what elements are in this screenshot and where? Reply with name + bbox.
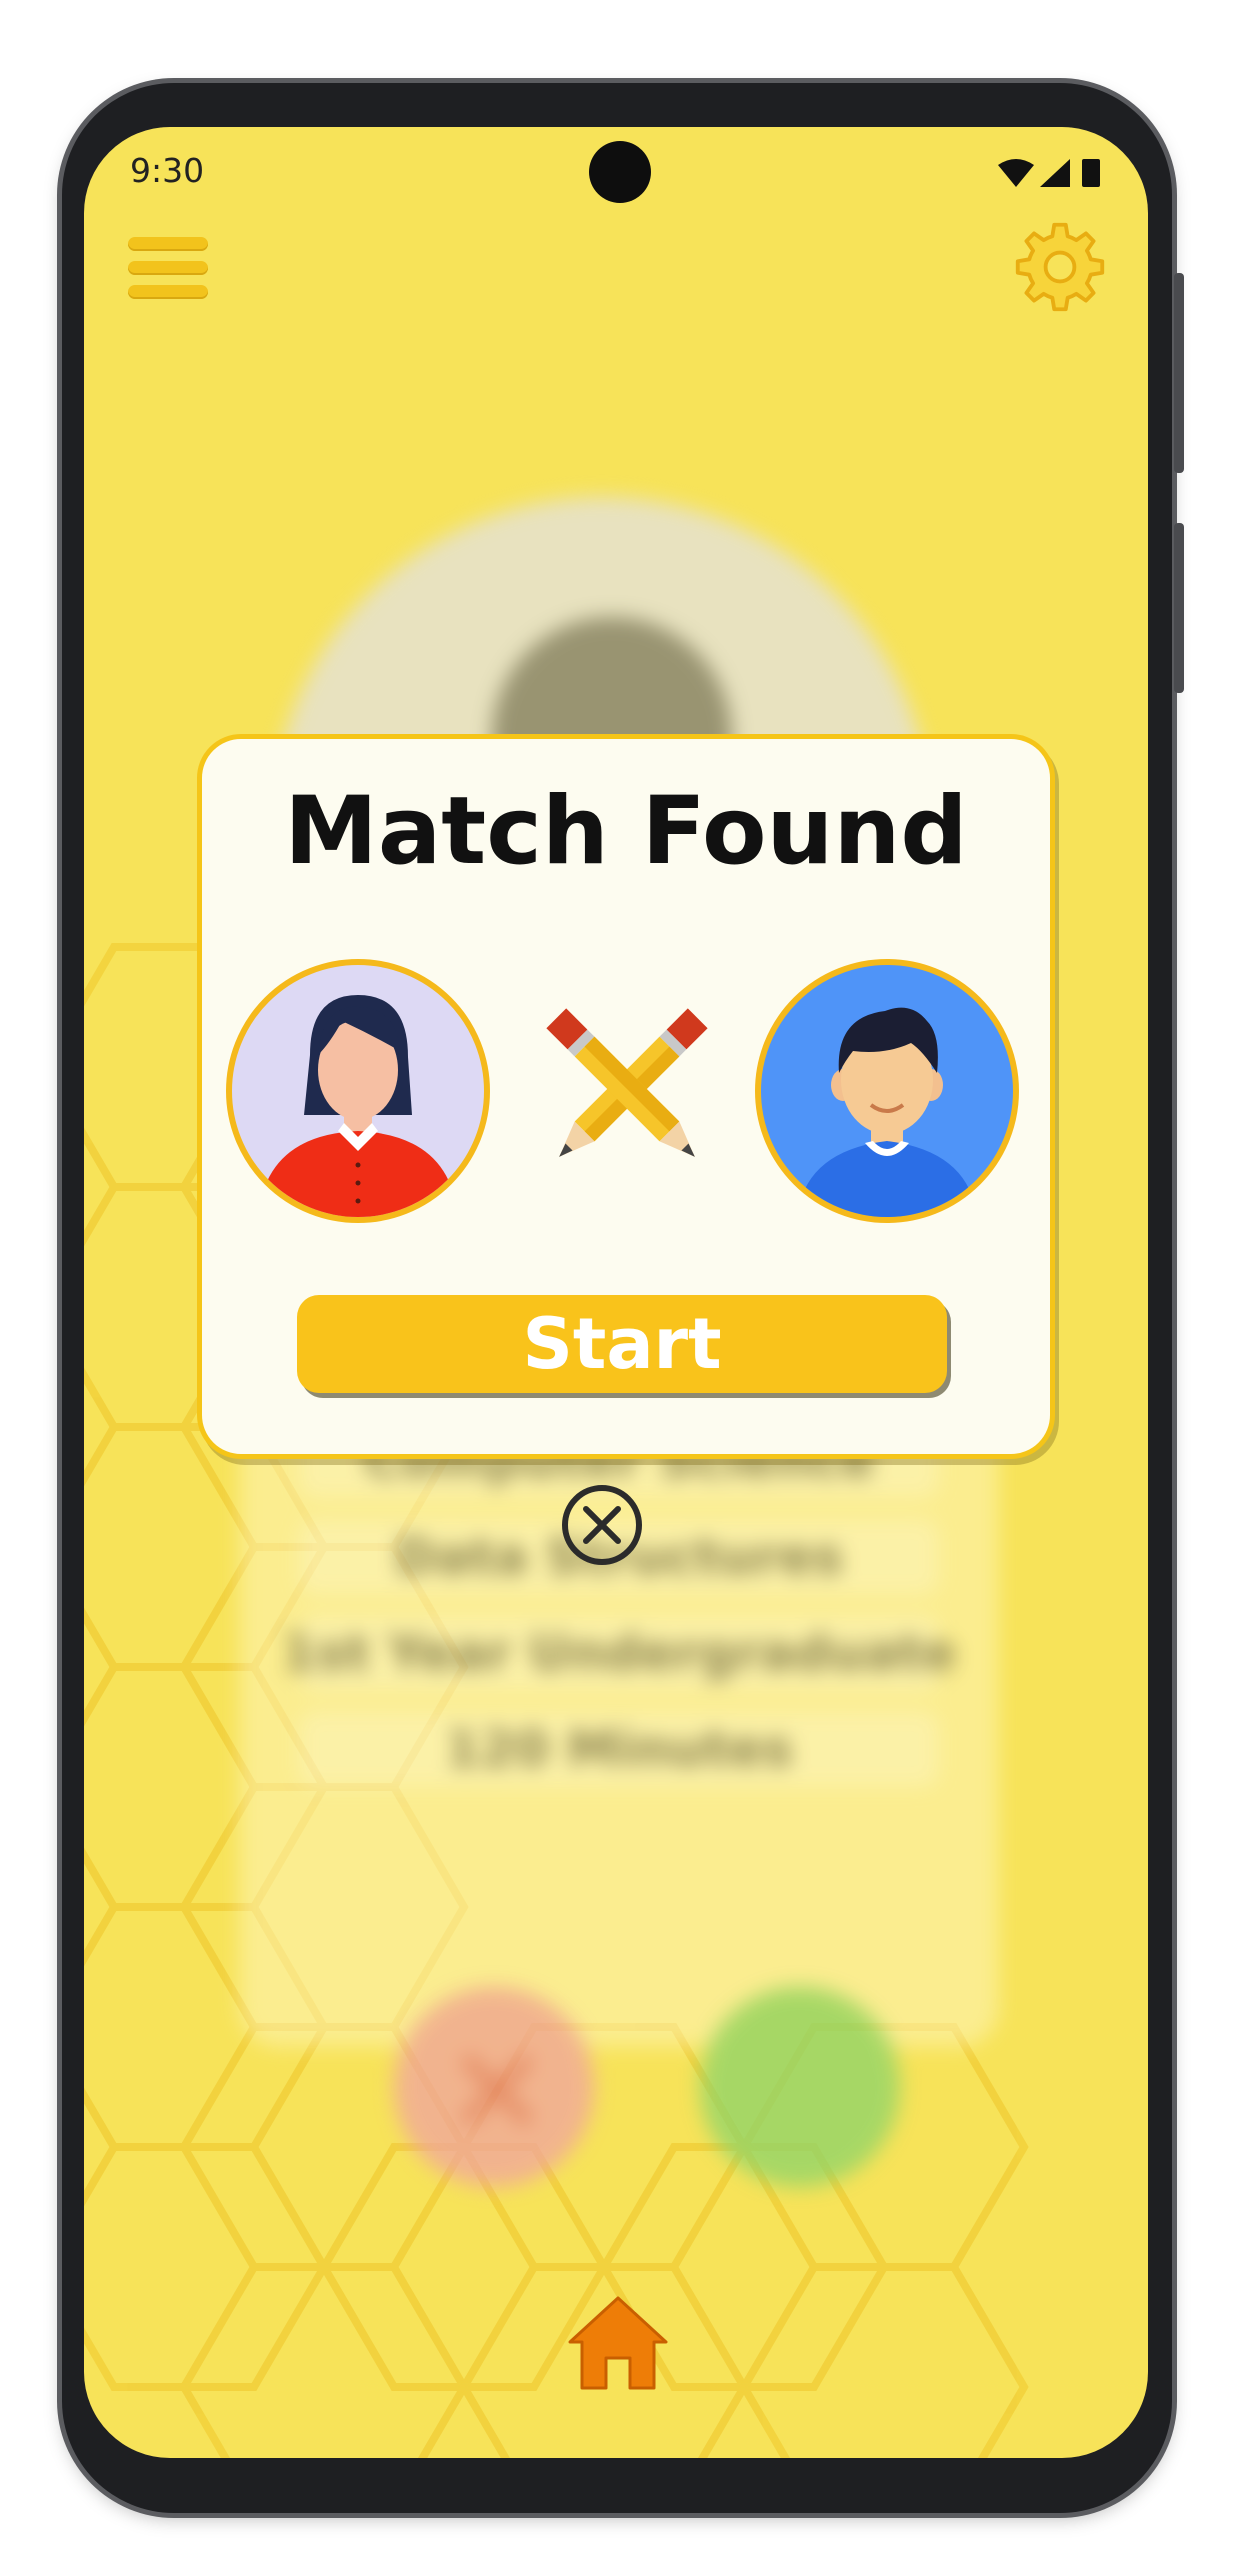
- blurred-detail-row: 120 Minutes: [299, 1711, 939, 1787]
- female-avatar: [226, 959, 490, 1223]
- start-button[interactable]: Start: [297, 1295, 947, 1393]
- blurred-detail-row: 1st Year Undergraduate: [282, 1615, 956, 1691]
- male-avatar: [755, 959, 1019, 1223]
- crossed-pencils-icon: [546, 1008, 708, 1157]
- match-found-dialog: Match Found Start: [197, 734, 1055, 1459]
- hamburger-menu-icon[interactable]: [128, 237, 208, 299]
- blurred-accept-button: [700, 1987, 900, 2187]
- home-icon[interactable]: [566, 2292, 670, 2396]
- dialog-title: Match Found: [284, 777, 968, 886]
- status-time: 9:30: [130, 151, 205, 190]
- phone-side-button: [1174, 523, 1184, 693]
- battery-icon: [1082, 159, 1100, 187]
- close-circle-icon[interactable]: [559, 1482, 645, 1568]
- status-icons: [998, 159, 1100, 187]
- gear-icon[interactable]: [1012, 219, 1108, 315]
- blurred-reject-button: [394, 1987, 594, 2187]
- signal-icon: [1040, 159, 1070, 187]
- wifi-icon: [998, 159, 1034, 187]
- front-camera: [589, 141, 651, 203]
- phone-side-button: [1174, 273, 1184, 473]
- app-screen: Computer Science Data Structures 1st Yea…: [84, 127, 1148, 2458]
